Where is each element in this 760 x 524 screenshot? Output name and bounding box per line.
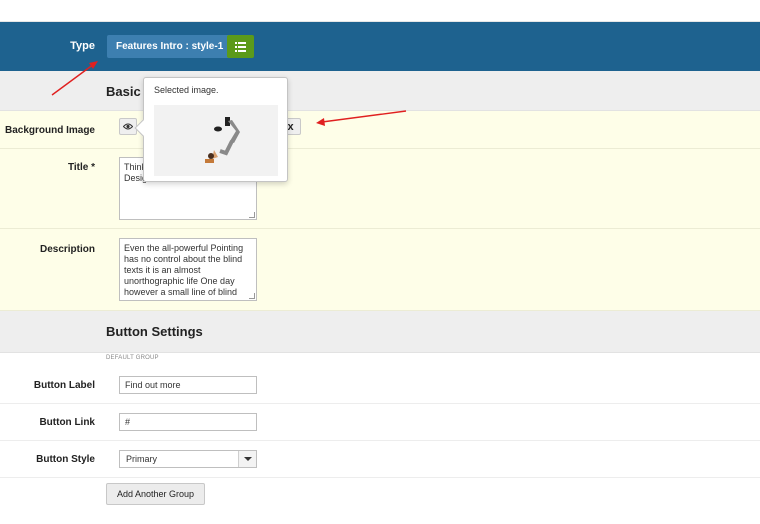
resize-handle[interactable] (249, 293, 255, 299)
button-label-row: Button Label Find out more (0, 366, 760, 404)
title-label: Title * (67, 162, 95, 173)
description-label: Description (39, 244, 95, 255)
group-caption: DEFAULT GROUP (106, 355, 159, 361)
background-image-label: Background Image (4, 125, 95, 136)
button-style-row: Button Style Primary (0, 441, 760, 478)
button-style-select[interactable]: Primary (119, 450, 257, 468)
image-preview (154, 105, 278, 176)
description-text: Even the all-powerful Pointing has no co… (124, 243, 244, 297)
background-image-row: Background Image x (0, 111, 760, 149)
button-label-label: Button Label (33, 380, 95, 391)
top-strip (0, 0, 760, 22)
type-bar: Type Features Intro : style-1 (0, 22, 760, 71)
title-row: Title * Think Desig (0, 149, 760, 229)
popover-title: Selected image. (154, 85, 219, 95)
type-label: Type (70, 40, 95, 52)
button-style-label: Button Style (36, 454, 95, 465)
type-select-button[interactable]: Features Intro : style-1 (107, 35, 233, 58)
button-settings-title: Button Settings (106, 324, 203, 339)
close-icon: x (287, 120, 294, 133)
type-list-button[interactable] (227, 35, 254, 58)
button-style-value: Primary (126, 454, 157, 464)
chevron-down-icon[interactable] (238, 451, 256, 467)
basic-settings-header: Basic S (0, 71, 760, 111)
button-settings-header: Button Settings (0, 311, 760, 353)
button-label-input[interactable]: Find out more (119, 376, 257, 394)
selected-image-popover: Selected image. (134, 77, 288, 182)
add-another-group-button[interactable]: Add Another Group (106, 483, 206, 505)
description-row: Description Even the all-powerful Pointi… (0, 229, 760, 311)
resize-handle[interactable] (249, 212, 255, 218)
description-textarea[interactable]: Even the all-powerful Pointing has no co… (119, 238, 257, 301)
list-icon (235, 41, 246, 52)
button-link-input[interactable]: # (119, 413, 257, 431)
button-link-label: Button Link (39, 417, 95, 428)
eye-icon (123, 123, 133, 130)
figure-image (205, 117, 240, 163)
button-link-row: Button Link # (0, 404, 760, 441)
